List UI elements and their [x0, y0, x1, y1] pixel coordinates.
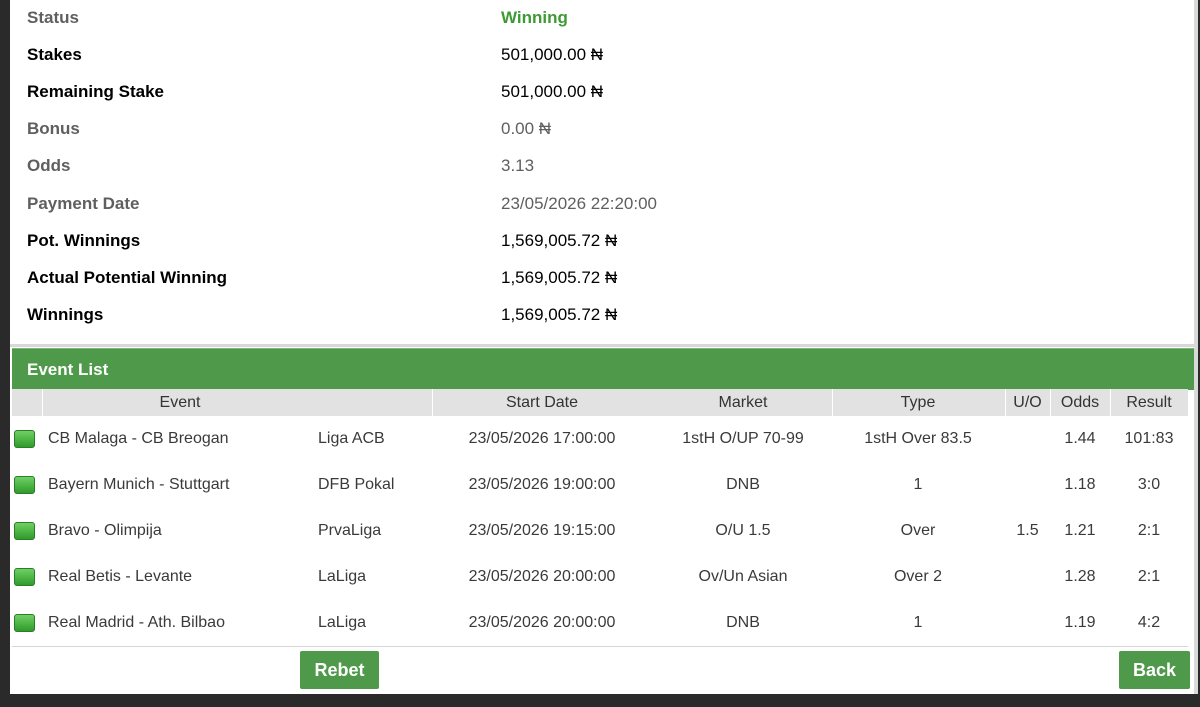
event-market: DNB [726, 476, 760, 493]
event-league: LaLiga [318, 568, 367, 585]
event-name: Real Betis - Levante [48, 568, 193, 585]
back-button[interactable]: Back [1119, 651, 1190, 689]
stakes-value: 501,000.00 ₦ [501, 45, 604, 64]
event-market: 1stH O/UP 70-99 [682, 430, 804, 447]
event-odds: 1.28 [1064, 568, 1096, 585]
detail-row-odds: Odds 3.13 [10, 148, 1190, 185]
detail-row-bonus: Bonus 0.00 ₦ [10, 111, 1190, 148]
detail-row-actual-potential-winning: Actual Potential Winning 1,569,005.72 ₦ [10, 260, 1190, 297]
column-header-event: Event [159, 394, 201, 411]
event-league: PrvaLiga [318, 522, 382, 539]
detail-row-remaining-stake: Remaining Stake 501,000.00 ₦ [10, 74, 1190, 111]
event-start-date: 23/05/2026 20:00:00 [468, 568, 616, 585]
scrollbar-track[interactable] [1194, 0, 1198, 694]
remaining-stake-label: Remaining Stake [27, 82, 164, 101]
detail-row-winnings: Winnings 1,569,005.72 ₦ [10, 297, 1190, 334]
table-row[interactable]: CB Malaga - CB Breogan Liga ACB 23/05/20… [12, 416, 1188, 463]
rebet-button[interactable]: Rebet [300, 651, 379, 689]
event-result: 4:2 [1137, 614, 1161, 631]
actual-potential-winning-value: 1,569,005.72 ₦ [501, 268, 618, 287]
table-row[interactable]: Real Betis - Levante LaLiga 23/05/2026 2… [12, 554, 1188, 601]
column-header-odds: Odds [1060, 394, 1100, 411]
event-result: 2:1 [1137, 568, 1161, 585]
table-row[interactable]: Real Madrid - Ath. Bilbao LaLiga 23/05/2… [12, 600, 1188, 647]
detail-row-pot-winnings: Pot. Winnings 1,569,005.72 ₦ [10, 223, 1190, 260]
event-list-title: Event List [27, 360, 109, 379]
event-start-date: 23/05/2026 20:00:00 [468, 614, 616, 631]
detail-row-stakes: Stakes 501,000.00 ₦ [10, 37, 1190, 74]
detail-row-status: Status Winning [10, 0, 1190, 37]
event-name: CB Malaga - CB Breogan [48, 430, 229, 447]
event-type: Over 2 [893, 568, 942, 585]
bonus-value: 0.00 ₦ [501, 119, 552, 138]
won-status-icon [14, 476, 35, 494]
payment-date-value: 23/05/2026 22:20:00 [501, 194, 657, 213]
event-name: Bayern Munich - Stuttgart [48, 476, 230, 493]
event-odds: 1.44 [1064, 430, 1096, 447]
status-value: Winning [501, 8, 568, 27]
bet-details-panel: Status Winning Stakes 501,000.00 ₦ Remai… [10, 0, 1198, 694]
section-divider [10, 344, 1196, 347]
stakes-label: Stakes [27, 45, 82, 64]
event-type: 1 [913, 476, 923, 493]
event-market: O/U 1.5 [715, 522, 771, 539]
payment-date-label: Payment Date [27, 194, 140, 213]
event-start-date: 23/05/2026 17:00:00 [468, 430, 616, 447]
event-type: Over [900, 522, 936, 539]
won-status-icon [14, 430, 35, 448]
event-type: 1stH Over 83.5 [864, 430, 972, 447]
event-league: Liga ACB [318, 430, 385, 447]
event-table-header: Event Start Date Market Type U/O Odds Re… [12, 389, 1188, 416]
event-market: Ov/Un Asian [698, 568, 788, 585]
remaining-stake-value: 501,000.00 ₦ [501, 82, 604, 101]
pot-winnings-label: Pot. Winnings [27, 231, 141, 250]
event-league: DFB Pokal [318, 476, 395, 493]
event-result: 2:1 [1137, 522, 1161, 539]
event-start-date: 23/05/2026 19:15:00 [468, 522, 616, 539]
winnings-value: 1,569,005.72 ₦ [501, 305, 618, 324]
event-result: 3:0 [1137, 476, 1161, 493]
event-league: LaLiga [318, 614, 367, 631]
bonus-label: Bonus [27, 119, 80, 138]
event-name: Bravo - Olimpija [48, 522, 162, 539]
event-type: 1 [913, 614, 923, 631]
table-row[interactable]: Bravo - Olimpija PrvaLiga 23/05/2026 19:… [12, 508, 1188, 555]
column-header-result: Result [1126, 394, 1172, 411]
event-odds: 1.21 [1064, 522, 1096, 539]
pot-winnings-value: 1,569,005.72 ₦ [501, 231, 618, 250]
won-status-icon [14, 614, 35, 632]
event-list-header: Event List [12, 348, 1196, 390]
event-start-date: 23/05/2026 19:00:00 [468, 476, 616, 493]
odds-value: 3.13 [501, 156, 535, 175]
column-header-uo: U/O [1013, 394, 1042, 411]
table-row[interactable]: Bayern Munich - Stuttgart DFB Pokal 23/0… [12, 462, 1188, 509]
actual-potential-winning-label: Actual Potential Winning [27, 268, 228, 287]
detail-row-payment-date: Payment Date 23/05/2026 22:20:00 [10, 186, 1190, 223]
won-status-icon [14, 522, 35, 540]
status-label: Status [27, 8, 79, 27]
event-result: 101:83 [1124, 430, 1174, 447]
won-status-icon [14, 568, 35, 586]
column-header-market: Market [718, 394, 768, 411]
winnings-label: Winnings [27, 305, 104, 324]
column-header-start-date: Start Date [505, 394, 579, 411]
event-name: Real Madrid - Ath. Bilbao [48, 614, 225, 631]
event-odds: 1.18 [1064, 476, 1096, 493]
odds-label: Odds [27, 156, 71, 175]
event-market: DNB [726, 614, 760, 631]
event-uo: 1.5 [1016, 522, 1039, 539]
column-header-type: Type [900, 394, 936, 411]
event-odds: 1.19 [1064, 614, 1096, 631]
